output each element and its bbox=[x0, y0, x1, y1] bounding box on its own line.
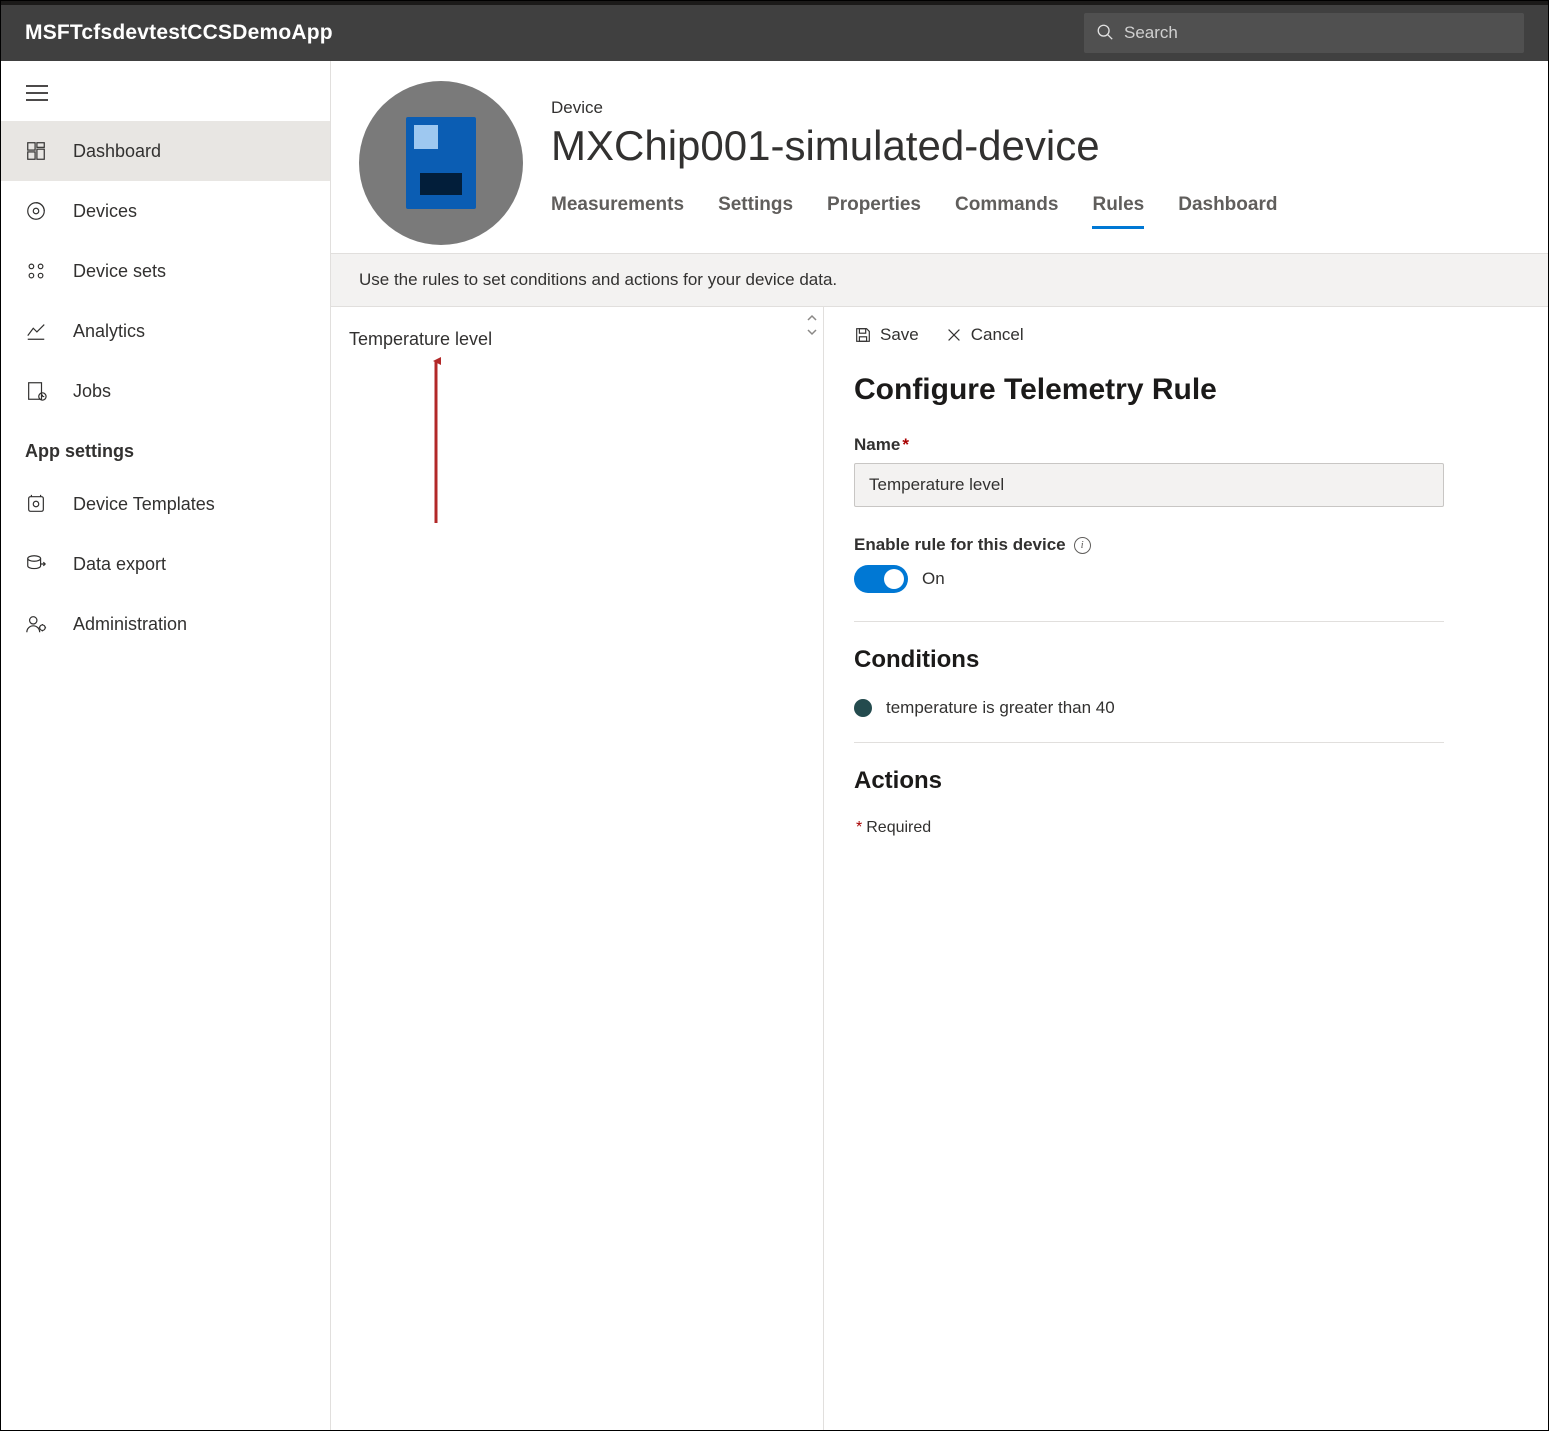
divider bbox=[854, 621, 1444, 622]
save-button[interactable]: Save bbox=[854, 325, 919, 345]
tab-commands[interactable]: Commands bbox=[955, 194, 1058, 229]
splitter[interactable] bbox=[801, 307, 823, 1430]
search-box[interactable] bbox=[1084, 13, 1524, 53]
sidebar-item-label: Devices bbox=[73, 201, 137, 222]
sidebar-item-label: Administration bbox=[73, 614, 187, 635]
device-tabs: Measurements Settings Properties Command… bbox=[551, 194, 1277, 229]
sidebar-item-label: Data export bbox=[73, 554, 166, 575]
administration-icon bbox=[25, 613, 73, 635]
sidebar-item-dashboard[interactable]: Dashboard bbox=[1, 121, 330, 181]
device-header: Device MXChip001-simulated-device Measur… bbox=[331, 61, 1548, 245]
sidebar-item-label: Analytics bbox=[73, 321, 145, 342]
sidebar-item-device-sets[interactable]: Device sets bbox=[1, 241, 330, 301]
toggle-state: On bbox=[922, 569, 945, 589]
data-export-icon bbox=[25, 553, 73, 575]
save-icon bbox=[854, 326, 872, 344]
tab-properties[interactable]: Properties bbox=[827, 194, 921, 229]
sidebar-item-label: Dashboard bbox=[73, 141, 161, 162]
condition-dot-icon bbox=[854, 699, 872, 717]
dashboard-icon bbox=[25, 140, 73, 162]
chevron-down-icon[interactable] bbox=[805, 325, 819, 339]
sidebar-item-data-export[interactable]: Data export bbox=[1, 534, 330, 594]
device-eyebrow: Device bbox=[551, 98, 1277, 118]
condition-row[interactable]: temperature is greater than 40 bbox=[854, 698, 1518, 718]
required-note: *Required bbox=[854, 819, 1518, 837]
tab-rules[interactable]: Rules bbox=[1092, 194, 1144, 229]
sidebar-section-header: App settings bbox=[1, 421, 330, 474]
sidebar-item-label: Jobs bbox=[73, 381, 111, 402]
close-icon bbox=[945, 326, 963, 344]
rule-config-pane: Save Cancel Configure Telemetry Rule Nam… bbox=[823, 307, 1548, 1430]
sidebar-item-device-templates[interactable]: Device Templates bbox=[1, 474, 330, 534]
sidebar-item-devices[interactable]: Devices bbox=[1, 181, 330, 241]
sidebar-item-label: Device Templates bbox=[73, 494, 215, 515]
search-input[interactable] bbox=[1124, 23, 1512, 43]
device-sets-icon bbox=[25, 260, 73, 282]
condition-text: temperature is greater than 40 bbox=[886, 698, 1115, 718]
enable-label: Enable rule for this device bbox=[854, 535, 1066, 555]
info-icon[interactable]: i bbox=[1074, 537, 1091, 554]
devices-icon bbox=[25, 200, 73, 222]
chevron-up-icon[interactable] bbox=[805, 311, 819, 325]
tab-dashboard[interactable]: Dashboard bbox=[1178, 194, 1277, 229]
rule-list-item[interactable]: Temperature level bbox=[349, 323, 783, 356]
actions-heading: Actions bbox=[854, 767, 1518, 795]
tab-settings[interactable]: Settings bbox=[718, 194, 793, 229]
app-title: MSFTcfsdevtestCCSDemoApp bbox=[25, 21, 333, 45]
enable-toggle[interactable] bbox=[854, 565, 908, 593]
name-label: Name* bbox=[854, 435, 1518, 455]
conditions-heading: Conditions bbox=[854, 646, 1518, 674]
annotation-arrow-icon bbox=[431, 355, 441, 525]
info-strip: Use the rules to set conditions and acti… bbox=[331, 253, 1548, 307]
sidebar-item-administration[interactable]: Administration bbox=[1, 594, 330, 654]
device-templates-icon bbox=[25, 493, 73, 515]
hamburger-icon bbox=[25, 83, 49, 103]
sidebar-item-analytics[interactable]: Analytics bbox=[1, 301, 330, 361]
content: Device MXChip001-simulated-device Measur… bbox=[331, 61, 1548, 1430]
device-image bbox=[359, 81, 523, 245]
topbar: MSFTcfsdevtestCCSDemoApp bbox=[1, 1, 1548, 61]
analytics-icon bbox=[25, 320, 73, 342]
sidebar: Dashboard Devices Device sets Analytics … bbox=[1, 61, 331, 1430]
sidebar-item-jobs[interactable]: Jobs bbox=[1, 361, 330, 421]
rules-list: Temperature level bbox=[331, 307, 801, 1430]
pane-toolbar: Save Cancel bbox=[854, 325, 1518, 345]
divider bbox=[854, 742, 1444, 743]
hamburger-button[interactable] bbox=[1, 65, 330, 121]
pane-heading: Configure Telemetry Rule bbox=[854, 373, 1518, 407]
search-icon bbox=[1096, 23, 1114, 44]
cancel-button[interactable]: Cancel bbox=[945, 325, 1024, 345]
name-input[interactable] bbox=[854, 463, 1444, 507]
tab-measurements[interactable]: Measurements bbox=[551, 194, 684, 229]
sidebar-item-label: Device sets bbox=[73, 261, 166, 282]
jobs-icon bbox=[25, 380, 73, 402]
device-title: MXChip001-simulated-device bbox=[551, 122, 1277, 170]
